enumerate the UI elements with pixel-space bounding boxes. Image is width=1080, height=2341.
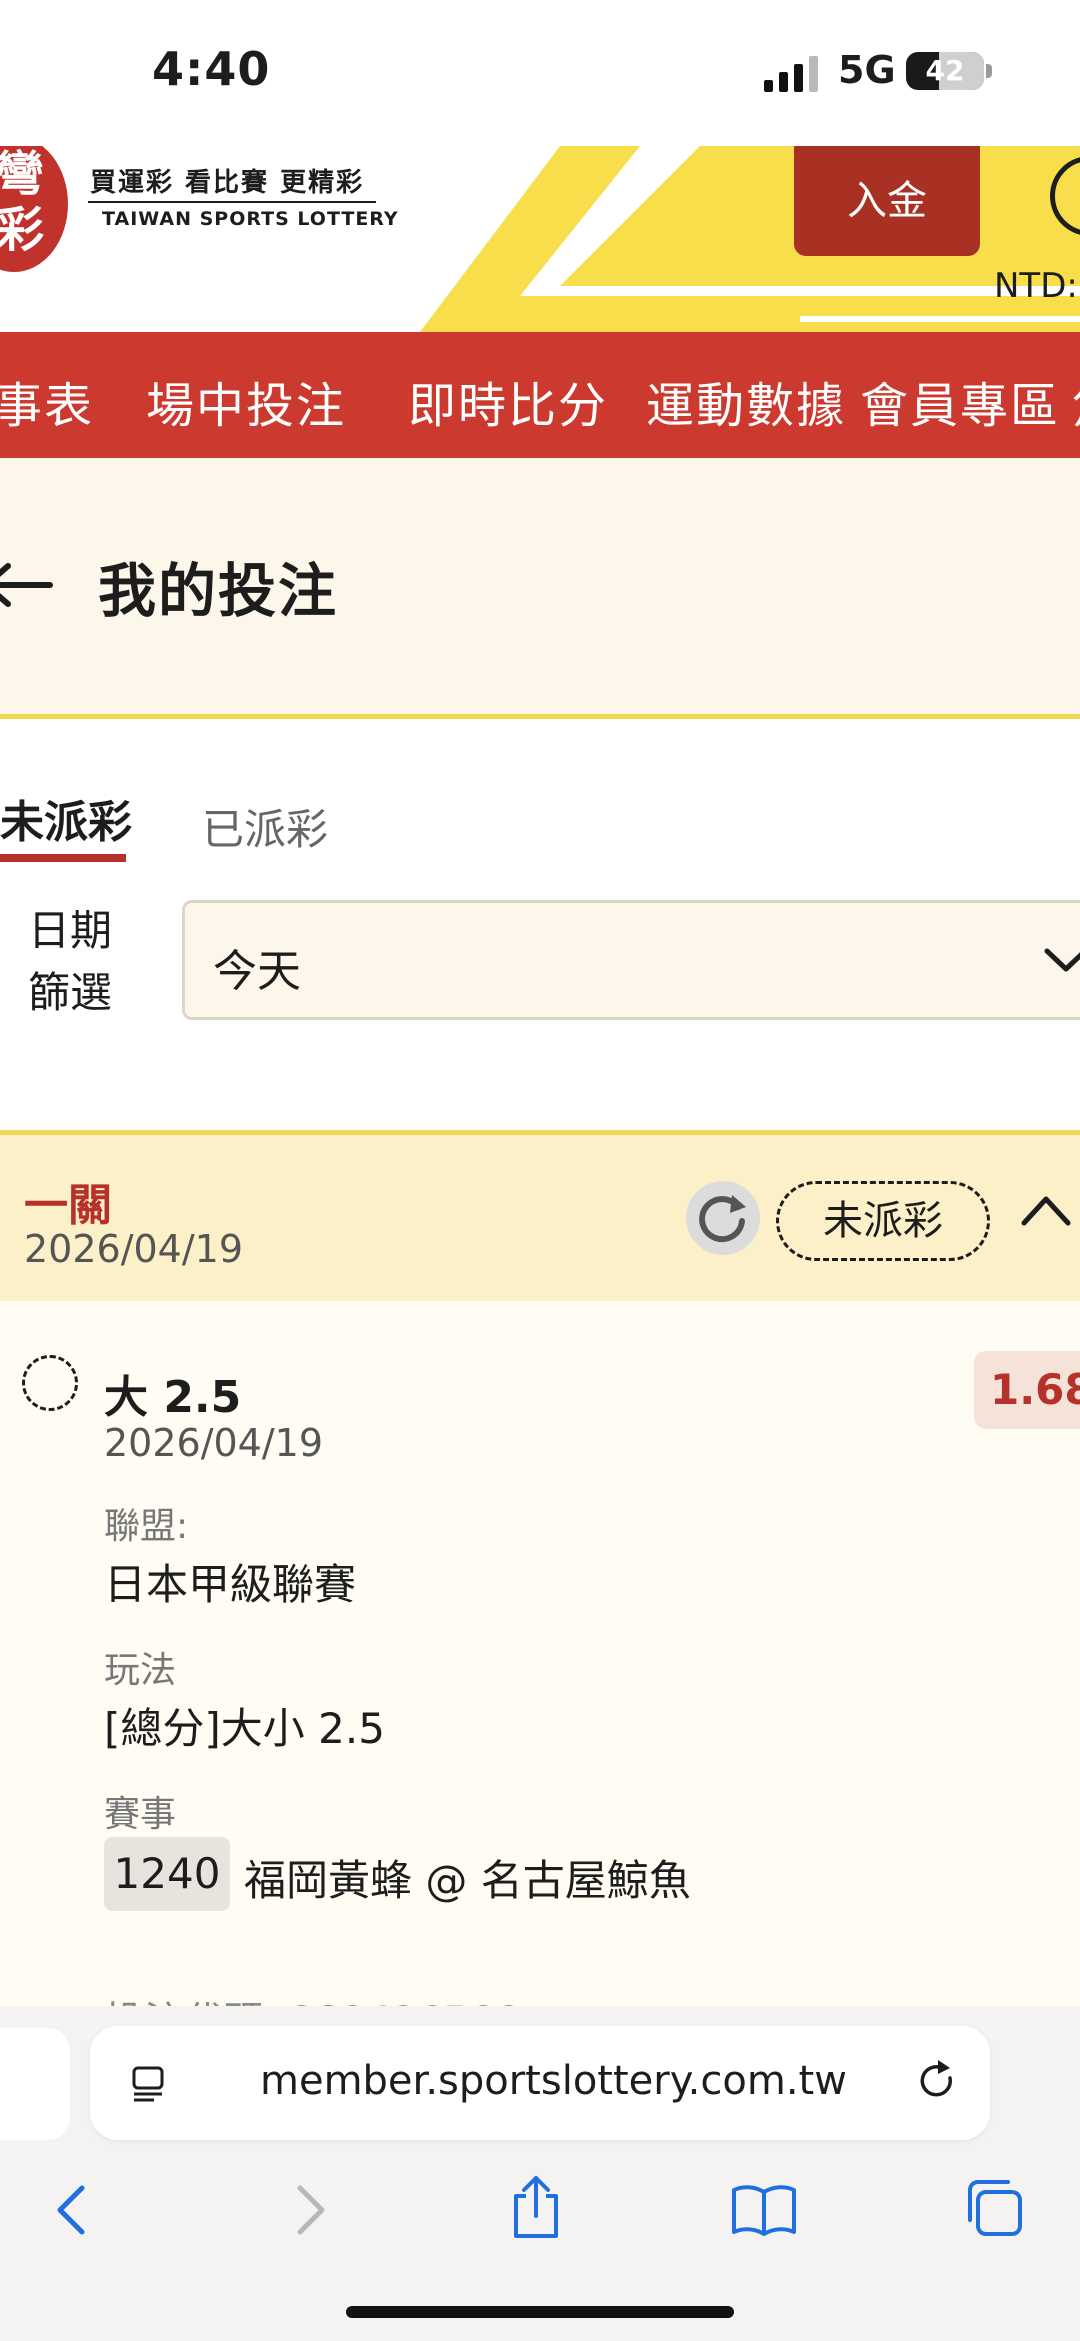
nav-item-live-betting[interactable]: 場中投注 [146, 366, 346, 436]
date-filter-value: 今天 [213, 946, 301, 997]
deposit-button[interactable]: 入金 [794, 146, 980, 256]
home-indicator [346, 2306, 734, 2318]
selection-date: 2026/04/19 [104, 1421, 324, 1465]
refresh-icon [699, 1195, 746, 1243]
page-title: 我的投注 [98, 557, 339, 625]
chevron-down-icon [1044, 948, 1080, 972]
match-code-badge: 1240 [104, 1837, 230, 1911]
nav-item-live-scores[interactable]: 即時比分 [408, 366, 608, 436]
address-bar[interactable]: member.sportslottery.com.tw [90, 2026, 990, 2140]
status-bar: 4:40 5G 42 [0, 0, 1080, 146]
date-filter-select[interactable]: 今天 [182, 900, 1080, 1020]
league-label: 聯盟: [104, 1506, 189, 1547]
date-filter-label: 日期篩選 [28, 906, 113, 1017]
tab-unsettled[interactable]: 未派彩 [0, 786, 132, 850]
back-icon[interactable] [52, 2182, 92, 2238]
battery-level: 42 [925, 54, 965, 87]
nav-item-sports-data[interactable]: 運動數據 [646, 366, 846, 436]
nav-item-schedule[interactable]: 事表 [0, 366, 94, 436]
event-label: 賽事 [104, 1794, 177, 1835]
bet-date: 2026/04/19 [24, 1227, 244, 1271]
tab-settled[interactable]: 已派彩 [202, 796, 328, 857]
arrow-left-icon[interactable] [0, 560, 56, 610]
battery-icon: 42 [906, 52, 984, 90]
league-value: 日本甲級聯賽 [104, 1560, 357, 1609]
status-time: 4:40 [152, 42, 271, 96]
chevron-up-icon[interactable] [1020, 1193, 1072, 1227]
slogan: 買運彩 看比賽 更精彩 [90, 168, 365, 198]
match-name: 福岡黃蜂 @ 名古屋鯨魚 [244, 1856, 691, 1905]
network-type: 5G [838, 48, 896, 92]
site-header: 彎彩 買運彩 看比賽 更精彩 TAIWAN SPORTS LOTTERY 入金 … [0, 146, 1080, 332]
main-nav: 事表 場中投注 即時比分 運動數據 會員專區 焦 [0, 332, 1080, 458]
nav-item-member[interactable]: 會員專區 [860, 366, 1060, 436]
browser-toolbar: member.sportslottery.com.tw [0, 2006, 1080, 2341]
nav-item-more[interactable]: 焦 [1072, 366, 1080, 436]
cellular-signal-icon [764, 56, 818, 92]
page-menu-icon[interactable] [130, 2064, 170, 2104]
refresh-button[interactable] [686, 1181, 760, 1255]
share-icon[interactable] [508, 2174, 564, 2240]
slogan-divider [88, 201, 376, 203]
status-badge: 未派彩 [776, 1181, 990, 1261]
previous-tab-preview[interactable] [0, 2028, 70, 2140]
play-value: [總分]大小 2.5 [104, 1704, 385, 1753]
forward-icon[interactable] [290, 2182, 330, 2238]
tab-active-indicator [0, 854, 126, 862]
slogan-en: TAIWAN SPORTS LOTTERY [102, 208, 399, 230]
odds-badge: 1.68 [974, 1351, 1080, 1429]
tabs-bar [0, 719, 1080, 879]
bet-type: 一關 [24, 1180, 112, 1231]
selection-name: 大 2.5 [104, 1372, 242, 1423]
bookmarks-icon[interactable] [730, 2184, 798, 2236]
url-text[interactable]: member.sportslottery.com.tw [260, 2058, 847, 2104]
reload-icon[interactable] [912, 2056, 962, 2106]
bet-card-header: 一關 2026/04/19 未派彩 [0, 1135, 1080, 1301]
bet-card-body: 大 2.5 2026/04/19 1.68 聯盟: 日本甲級聯賽 玩法 [總分]… [0, 1301, 1080, 2045]
logo-text: 彎彩 [0, 146, 45, 258]
pending-status-icon [22, 1355, 78, 1411]
play-label: 玩法 [104, 1650, 177, 1691]
tabs-icon[interactable] [962, 2176, 1026, 2240]
balance-label: NTD: [994, 266, 1078, 306]
battery-tip [986, 64, 992, 78]
